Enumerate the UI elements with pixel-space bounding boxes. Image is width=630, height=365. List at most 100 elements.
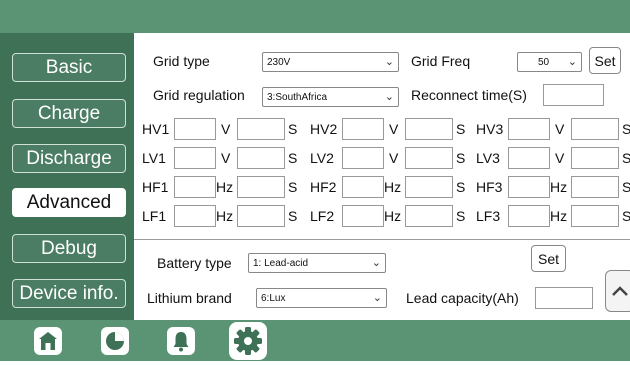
protection-value-input[interactable] [508,118,550,140]
chevron-down-icon: ⌄ [371,257,381,269]
protection-value-input[interactable] [508,205,550,227]
protection-name-label: LF3 [476,208,501,224]
protection-unit-label: V [221,150,231,166]
protection-time-input[interactable] [571,118,619,140]
chevron-down-icon: ⌄ [384,56,394,68]
grid-type-select[interactable]: 230V ⌄ [262,52,399,72]
nav-basic-button[interactable]: Basic [12,53,126,82]
protection-unit-label: V [555,150,565,166]
gear-icon[interactable] [229,322,267,360]
lithium-brand-select[interactable]: 6:Lux ⌄ [256,288,387,308]
lead-capacity-input[interactable] [535,287,593,309]
bell-icon[interactable] [166,326,196,356]
protection-time-unit-label: S [456,208,466,224]
protection-time-unit-label: S [288,208,298,224]
protection-time-input[interactable] [237,205,285,227]
chevron-down-icon: ⌄ [567,56,577,68]
nav-discharge-button[interactable]: Discharge [12,144,126,173]
chevron-down-icon: ⌄ [384,91,394,103]
battery-type-label: Battery type [157,255,232,271]
scroll-up-button[interactable] [605,270,630,312]
protection-time-input[interactable] [571,205,619,227]
lithium-brand-value: 6:Lux [261,292,286,304]
protection-value-input[interactable] [342,147,384,169]
nav-charge-button[interactable]: Charge [12,99,126,128]
protection-time-unit-label: S [288,121,298,137]
reconnect-time-label: Reconnect time(S) [411,87,527,103]
protection-unit-label: Hz [384,179,402,195]
protection-name-label: LV3 [476,150,500,166]
grid-regulation-value: 3:SouthAfrica [267,91,328,103]
protection-time-input[interactable] [405,205,453,227]
protection-time-input[interactable] [571,147,619,169]
protection-time-unit-label: S [288,150,298,166]
nav-advanced-button[interactable]: Advanced [12,188,126,217]
protection-name-label: HV3 [476,121,504,137]
protection-unit-label: V [389,150,399,166]
protection-unit-label: Hz [216,208,234,224]
protection-unit-label: Hz [384,208,402,224]
protection-time-input[interactable] [237,118,285,140]
protection-value-input[interactable] [508,176,550,198]
protection-time-input[interactable] [405,176,453,198]
protection-time-unit-label: S [622,179,630,195]
battery-type-select[interactable]: 1: Lead-acid ⌄ [248,253,386,273]
protection-unit-label: V [389,121,399,137]
nav-device-info-button[interactable]: Device info. [12,279,126,308]
bottom-tab-bar [0,320,630,361]
protection-time-input[interactable] [237,176,285,198]
protection-value-input[interactable] [174,118,216,140]
protection-name-label: HV2 [310,121,338,137]
nav-debug-button[interactable]: Debug [12,234,126,263]
protection-time-unit-label: S [288,179,298,195]
protection-unit-label: V [555,121,565,137]
protection-value-input[interactable] [174,176,216,198]
chevron-down-icon: ⌄ [372,292,382,304]
grid-regulation-label: Grid regulation [153,87,245,103]
protection-unit-label: Hz [550,208,568,224]
section-divider [134,239,630,240]
protection-name-label: HF3 [476,179,503,195]
protection-time-input[interactable] [237,147,285,169]
protection-time-unit-label: S [456,179,466,195]
protection-time-unit-label: S [622,208,630,224]
pie-chart-icon[interactable] [100,326,130,356]
grid-freq-value: 50 [537,56,550,68]
protection-value-input[interactable] [342,176,384,198]
lead-capacity-label: Lead capacity(Ah) [406,290,519,306]
protection-value-input[interactable] [342,205,384,227]
top-bar [0,0,630,33]
protection-time-input[interactable] [405,118,453,140]
protection-unit-label: Hz [550,179,568,195]
protection-name-label: LF1 [142,208,167,224]
grid-type-label: Grid type [153,53,210,69]
protection-name-label: HF1 [142,179,169,195]
protection-name-label: LF2 [310,208,335,224]
protection-name-label: LV1 [142,150,166,166]
grid-freq-select[interactable]: 50 ⌄ [517,52,582,72]
protection-value-input[interactable] [174,205,216,227]
protection-name-label: HF2 [310,179,337,195]
grid-regulation-select[interactable]: 3:SouthAfrica ⌄ [262,87,399,107]
grid-type-value: 230V [267,56,291,68]
protection-time-unit-label: S [456,121,466,137]
protection-time-input[interactable] [405,147,453,169]
battery-type-value: 1: Lead-acid [253,257,309,269]
grid-freq-label: Grid Freq [411,53,471,69]
protection-value-input[interactable] [174,147,216,169]
sidebar: Basic Charge Discharge Advanced Debug De… [0,33,134,320]
protection-value-input[interactable] [508,147,550,169]
grid-freq-set-button[interactable]: Set [589,47,621,74]
protection-unit-label: Hz [216,179,234,195]
protection-time-input[interactable] [571,176,619,198]
reconnect-time-input[interactable] [543,84,604,106]
protection-time-unit-label: S [456,150,466,166]
protection-unit-label: V [221,121,231,137]
protection-value-input[interactable] [342,118,384,140]
protection-name-label: HV1 [142,121,170,137]
battery-type-set-button[interactable]: Set [531,245,566,272]
home-icon[interactable] [33,326,63,356]
protection-time-unit-label: S [622,150,630,166]
chevron-up-icon [612,286,628,296]
lithium-brand-label: Lithium brand [147,290,232,306]
